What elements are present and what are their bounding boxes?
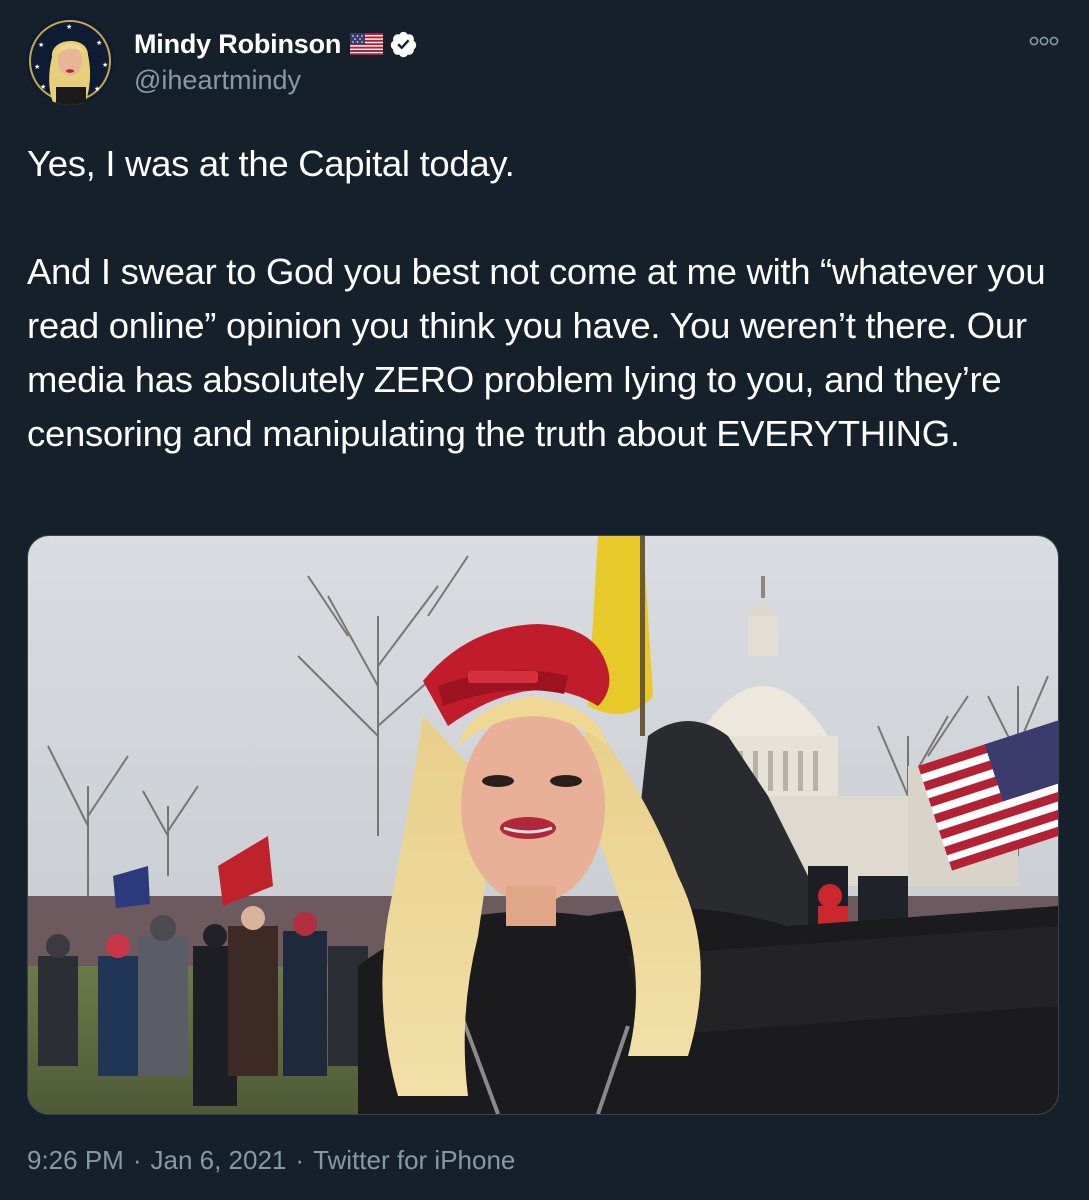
name-row: Mindy Robinson — [134, 27, 418, 61]
tweet-card: ★ ★ ★ ★ ★ ★ ★ Mindy Robinson @iheartmind… — [0, 0, 1089, 1200]
svg-text:★: ★ — [66, 23, 72, 31]
display-name[interactable]: Mindy Robinson — [134, 29, 341, 60]
more-options-icon[interactable] — [1029, 34, 1059, 48]
svg-text:★: ★ — [40, 83, 46, 91]
tweet-date[interactable]: Jan 6, 2021 — [151, 1145, 287, 1176]
meta-separator: · — [132, 1145, 142, 1175]
tweet-text: Yes, I was at the Capital today. And I s… — [27, 143, 1046, 454]
tweet-source[interactable]: Twitter for iPhone — [313, 1145, 515, 1176]
verified-badge-icon — [389, 30, 418, 59]
author-block: Mindy Robinson @iheartmindy — [134, 27, 418, 96]
avatar[interactable]: ★ ★ ★ ★ ★ ★ ★ — [26, 17, 114, 105]
us-flag-icon — [350, 33, 384, 55]
tweet-time[interactable]: 9:26 PM — [27, 1145, 124, 1176]
svg-text:★: ★ — [38, 41, 44, 49]
user-handle[interactable]: @iheartmindy — [134, 65, 418, 96]
tweet-meta: 9:26 PM · Jan 6, 2021 · Twitter for iPho… — [27, 1145, 515, 1176]
svg-text:★: ★ — [96, 39, 102, 47]
meta-separator: · — [295, 1145, 305, 1175]
svg-text:★: ★ — [34, 63, 40, 71]
svg-text:★: ★ — [94, 85, 100, 93]
svg-text:★: ★ — [102, 61, 108, 69]
tweet-photo[interactable] — [27, 535, 1059, 1115]
